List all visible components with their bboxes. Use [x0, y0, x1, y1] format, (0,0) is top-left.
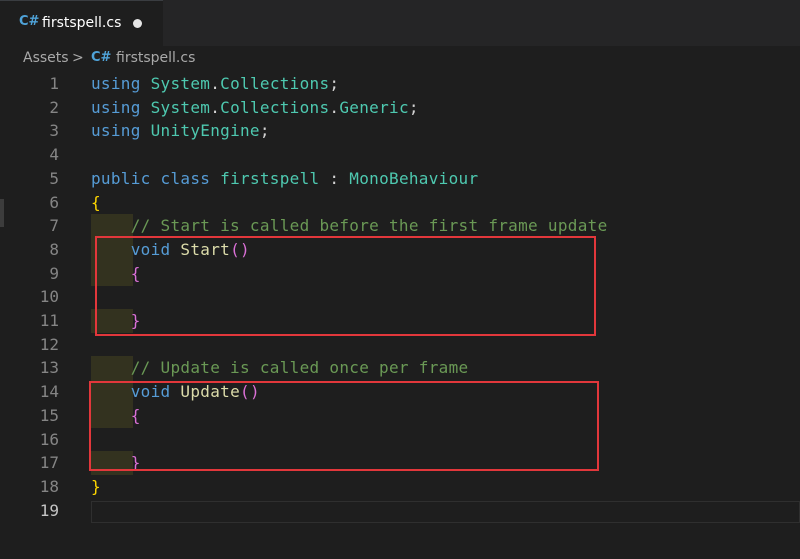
code-line[interactable]: {: [91, 191, 101, 215]
line-number: 6: [49, 192, 59, 212]
code-token: {: [91, 192, 101, 212]
tab-label: firstspell.cs: [42, 15, 122, 31]
line-number: 14: [39, 382, 59, 402]
code-token: ;: [408, 97, 419, 117]
code-token: Collections: [220, 97, 330, 117]
code-token: }: [91, 476, 101, 496]
chevron-right-icon: >: [72, 50, 84, 66]
breadcrumb-folder[interactable]: Assets: [23, 50, 69, 66]
line-number: 12: [39, 334, 59, 354]
line-number: 1: [49, 74, 59, 93]
line-number: 16: [39, 429, 59, 449]
code-token: class: [160, 168, 221, 188]
code-line[interactable]: using System.Collections;: [91, 72, 339, 96]
unsaved-dot-icon[interactable]: [133, 19, 142, 28]
line-number: 18: [39, 476, 59, 496]
line-number: 15: [39, 405, 59, 425]
code-token: System: [150, 74, 211, 93]
update-method-highlight-box: [89, 381, 599, 471]
code-token: // Update is called once per frame: [130, 358, 469, 378]
code-token: using: [91, 121, 151, 141]
csharp-file-icon: C#: [19, 14, 40, 29]
line-number: 17: [39, 453, 59, 473]
line-number: 10: [39, 287, 59, 307]
line-number: 2: [49, 97, 59, 117]
code-line[interactable]: }: [91, 475, 101, 499]
breadcrumb-file[interactable]: firstspell.cs: [116, 50, 195, 66]
code-token: firstspell: [220, 168, 320, 188]
code-token: Collections: [220, 74, 330, 93]
code-token: :: [319, 168, 350, 188]
tab-firstspell[interactable]: C# firstspell.cs: [0, 0, 163, 46]
code-token: using: [91, 97, 151, 117]
code-token: // Start is called before the first fram…: [130, 216, 608, 236]
code-token: public: [91, 168, 161, 188]
code-token: ;: [329, 74, 340, 93]
code-line[interactable]: // Update is called once per frame: [91, 356, 468, 380]
tab-bar: C# firstspell.cs: [0, 0, 800, 46]
code-token: UnityEngine: [150, 121, 260, 141]
code-token: using: [91, 74, 151, 93]
line-number: 5: [49, 168, 59, 188]
csharp-file-icon: C#: [91, 50, 112, 65]
code-line[interactable]: using System.Collections.Generic;: [91, 96, 419, 120]
code-token: MonoBehaviour: [349, 168, 479, 188]
start-method-highlight-box: [95, 236, 596, 336]
code-token: .: [329, 97, 340, 117]
line-number: 7: [49, 216, 59, 236]
line-number: 8: [49, 239, 59, 259]
code-editor[interactable]: 1 2 3 4 5 6 7 8 9 10 11 12 13 14 15 16 17 18 19 using Syst…: [0, 72, 800, 559]
code-token: .: [210, 97, 221, 117]
code-line[interactable]: public class firstspell : MonoBehaviour: [91, 167, 478, 191]
line-number: 11: [39, 311, 59, 330]
line-number: 3: [49, 121, 59, 141]
line-number: 19: [39, 500, 59, 520]
line-number: 4: [49, 145, 59, 165]
code-token: .: [210, 74, 221, 93]
code-line[interactable]: using UnityEngine;: [91, 119, 270, 143]
current-line-highlight: [91, 501, 800, 523]
code-token: System: [150, 97, 211, 117]
line-number: 9: [49, 263, 59, 283]
code-line[interactable]: // Start is called before the first fram…: [91, 214, 608, 238]
line-number: 13: [39, 358, 59, 378]
code-token: ;: [259, 121, 270, 141]
code-token: Generic: [339, 97, 409, 117]
